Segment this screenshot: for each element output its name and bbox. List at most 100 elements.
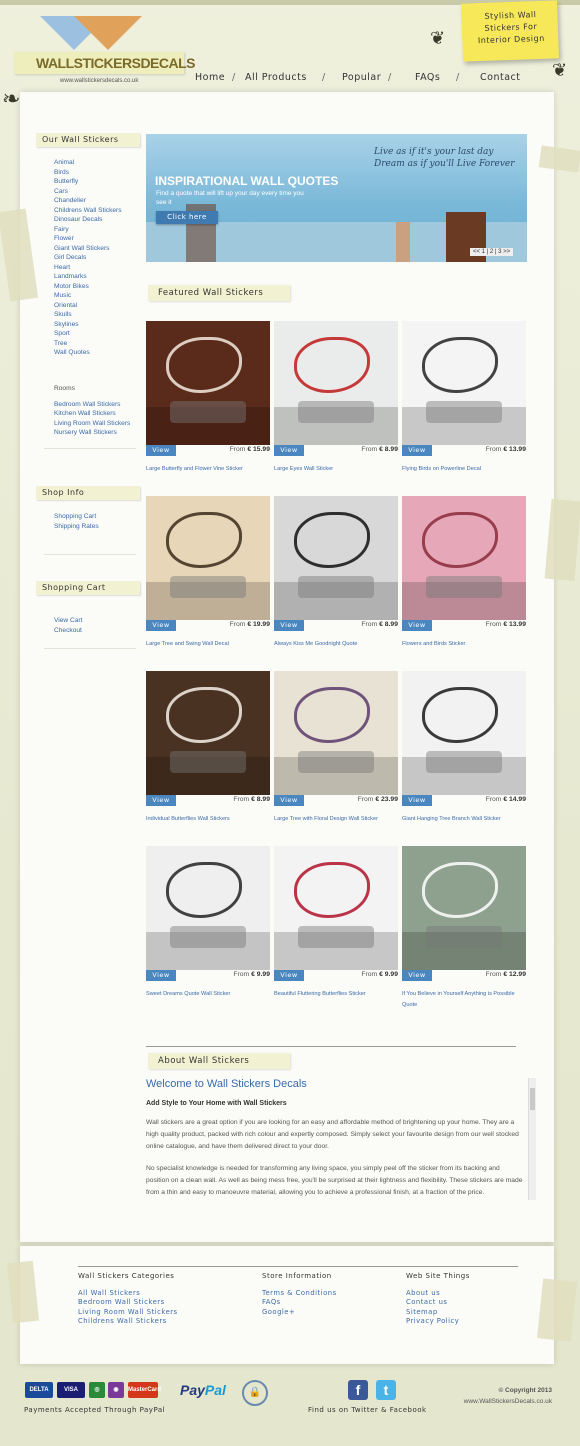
product-image[interactable]	[274, 321, 398, 445]
copyright-text: © Copyright 2013	[498, 1387, 552, 1394]
price-value: € 8.99	[379, 446, 398, 453]
nav-home[interactable]: Home	[195, 72, 225, 83]
product-view-button[interactable]: View	[274, 970, 304, 981]
product-title[interactable]: Sweet Dreams Quote Wall Sticker	[146, 989, 270, 1000]
footer-link[interactable]: Living Room Wall Stickers	[78, 1308, 178, 1318]
footer-link[interactable]: Childrens Wall Stickers	[78, 1317, 178, 1327]
nav-contact[interactable]: Contact	[480, 72, 520, 83]
product-image[interactable]	[402, 496, 526, 620]
sidebar-item-category[interactable]: Wall Quotes	[54, 348, 122, 358]
product-title[interactable]: Large Eyes Wall Sticker	[274, 464, 398, 475]
banner-click-here-button[interactable]: Click here	[156, 211, 218, 224]
sidebar-item-category[interactable]: Flower	[54, 234, 122, 244]
product-title[interactable]: Large Tree with Floral Design Wall Stick…	[274, 814, 398, 825]
sidebar-item-category[interactable]: Heart	[54, 263, 122, 273]
sidebar-item-category[interactable]: Animal	[54, 158, 122, 168]
twitter-icon[interactable]: t	[376, 1380, 396, 1400]
site-logo[interactable]: WALLSTICKERSDECALS www.wallstickersdecal…	[14, 16, 196, 90]
footer-link[interactable]: Bedroom Wall Stickers	[78, 1298, 178, 1308]
sidebar-item-category[interactable]: Sport	[54, 329, 122, 339]
sidebar-item-category[interactable]: Chandelier	[54, 196, 122, 206]
sidebar-item-shopping-cart[interactable]: Shopping Cart	[54, 512, 99, 522]
product-view-button[interactable]: View	[146, 795, 176, 806]
facebook-icon[interactable]: f	[348, 1380, 368, 1400]
footer-links: Terms & Conditions FAQs Google+	[262, 1289, 337, 1318]
sidebar-item-category[interactable]: Fairy	[54, 225, 122, 235]
product-image[interactable]	[402, 671, 526, 795]
sidebar-item-category[interactable]: Girl Decals	[54, 253, 122, 263]
product-view-button[interactable]: View	[402, 970, 432, 981]
product-view-button[interactable]: View	[146, 970, 176, 981]
product-furniture-shape	[170, 751, 246, 773]
product-image[interactable]	[274, 846, 398, 970]
product-title[interactable]: Beautiful Fluttering Butterflies Sticker	[274, 989, 398, 1000]
hero-banner[interactable]: Live as if it's your last day Dream as i…	[146, 134, 527, 262]
product-title[interactable]: Giant Hanging Tree Branch Wall Sticker	[402, 814, 526, 825]
product-view-button[interactable]: View	[402, 445, 432, 456]
footer-link[interactable]: All Wall Stickers	[78, 1289, 178, 1299]
sidebar-item-category[interactable]: Music	[54, 291, 122, 301]
sidebar-item-room[interactable]: Nursery Wall Stickers	[54, 428, 130, 438]
product-view-button[interactable]: View	[146, 445, 176, 456]
product-view-button[interactable]: View	[274, 620, 304, 631]
product-image[interactable]	[274, 496, 398, 620]
product-image[interactable]	[274, 671, 398, 795]
about-scrollbar[interactable]	[528, 1078, 536, 1200]
footer-link[interactable]: Sitemap	[406, 1308, 470, 1318]
product-title[interactable]: If You Believe in Yourself Anything is P…	[402, 989, 526, 1011]
sidebar-item-category[interactable]: Oriental	[54, 301, 122, 311]
product-title[interactable]: Always Kiss Me Goodnight Quote	[274, 639, 398, 650]
footer-link[interactable]: Google+	[262, 1308, 337, 1318]
product-view-button[interactable]: View	[274, 795, 304, 806]
nav-popular[interactable]: Popular	[342, 72, 381, 83]
product-view-button[interactable]: View	[402, 795, 432, 806]
footer-link[interactable]: Privacy Policy	[406, 1317, 470, 1327]
product-image[interactable]	[146, 846, 270, 970]
product-title[interactable]: Large Tree and Swing Wall Decal	[146, 639, 270, 650]
about-text-box[interactable]: Welcome to Wall Stickers Decals Add Styl…	[146, 1078, 534, 1200]
product-image[interactable]	[402, 321, 526, 445]
sidebar-item-category[interactable]: Skulls	[54, 310, 122, 320]
product-image[interactable]	[146, 321, 270, 445]
main-navigation: Home / All Products / Popular / FAQs / C…	[190, 72, 530, 88]
sidebar-item-room[interactable]: Bedroom Wall Stickers	[54, 400, 130, 410]
sidebar-item-category[interactable]: Childrens Wall Stickers	[54, 206, 122, 216]
footer-link[interactable]: Contact us	[406, 1298, 470, 1308]
nav-all-products[interactable]: All Products	[245, 72, 307, 83]
price-value: € 8.99	[251, 796, 270, 803]
sidebar-item-category[interactable]: Birds	[54, 168, 122, 178]
sidebar-item-category[interactable]: Butterfly	[54, 177, 122, 187]
sidebar-cart-list: View Cart Checkout	[54, 616, 82, 635]
sidebar-item-category[interactable]: Motor Bikes	[54, 282, 122, 292]
scrollbar-thumb[interactable]	[530, 1088, 535, 1110]
sidebar-item-room[interactable]: Living Room Wall Stickers	[54, 419, 130, 429]
sidebar-item-room[interactable]: Kitchen Wall Stickers	[54, 409, 130, 419]
product-image[interactable]	[146, 671, 270, 795]
product-title[interactable]: Individual Butterflies Wall Stickers	[146, 814, 270, 825]
sidebar-item-view-cart[interactable]: View Cart	[54, 616, 82, 626]
sidebar-item-category[interactable]: Tree	[54, 339, 122, 349]
price-from-label: From	[361, 446, 378, 453]
product-view-button[interactable]: View	[274, 445, 304, 456]
nav-faqs[interactable]: FAQs	[415, 72, 440, 83]
product-title[interactable]: Flowers and Birds Sticker	[402, 639, 526, 650]
sidebar-item-category[interactable]: Giant Wall Stickers	[54, 244, 122, 254]
product-decal-shape	[422, 337, 498, 393]
banner-pager[interactable]: << 1 | 2 | 3 >>	[470, 248, 514, 256]
sidebar-item-category[interactable]: Dinosaur Decals	[54, 215, 122, 225]
footer-link[interactable]: About us	[406, 1289, 470, 1299]
product-title[interactable]: Large Butterfly and Flower Vine Sticker	[146, 464, 270, 475]
footer-link[interactable]: Terms & Conditions	[262, 1289, 337, 1299]
product-view-button[interactable]: View	[402, 620, 432, 631]
product-title[interactable]: Flying Birds on Powerline Decal	[402, 464, 526, 475]
product-view-button[interactable]: View	[146, 620, 176, 631]
price-from-label: From	[229, 621, 246, 628]
product-image[interactable]	[402, 846, 526, 970]
sidebar-item-shipping-rates[interactable]: Shipping Rates	[54, 522, 99, 532]
footer-link[interactable]: FAQs	[262, 1298, 337, 1308]
sidebar-item-category[interactable]: Landmarks	[54, 272, 122, 282]
sidebar-item-category[interactable]: Skylines	[54, 320, 122, 330]
product-image[interactable]	[146, 496, 270, 620]
sidebar-item-checkout[interactable]: Checkout	[54, 626, 82, 636]
sidebar-item-category[interactable]: Cars	[54, 187, 122, 197]
